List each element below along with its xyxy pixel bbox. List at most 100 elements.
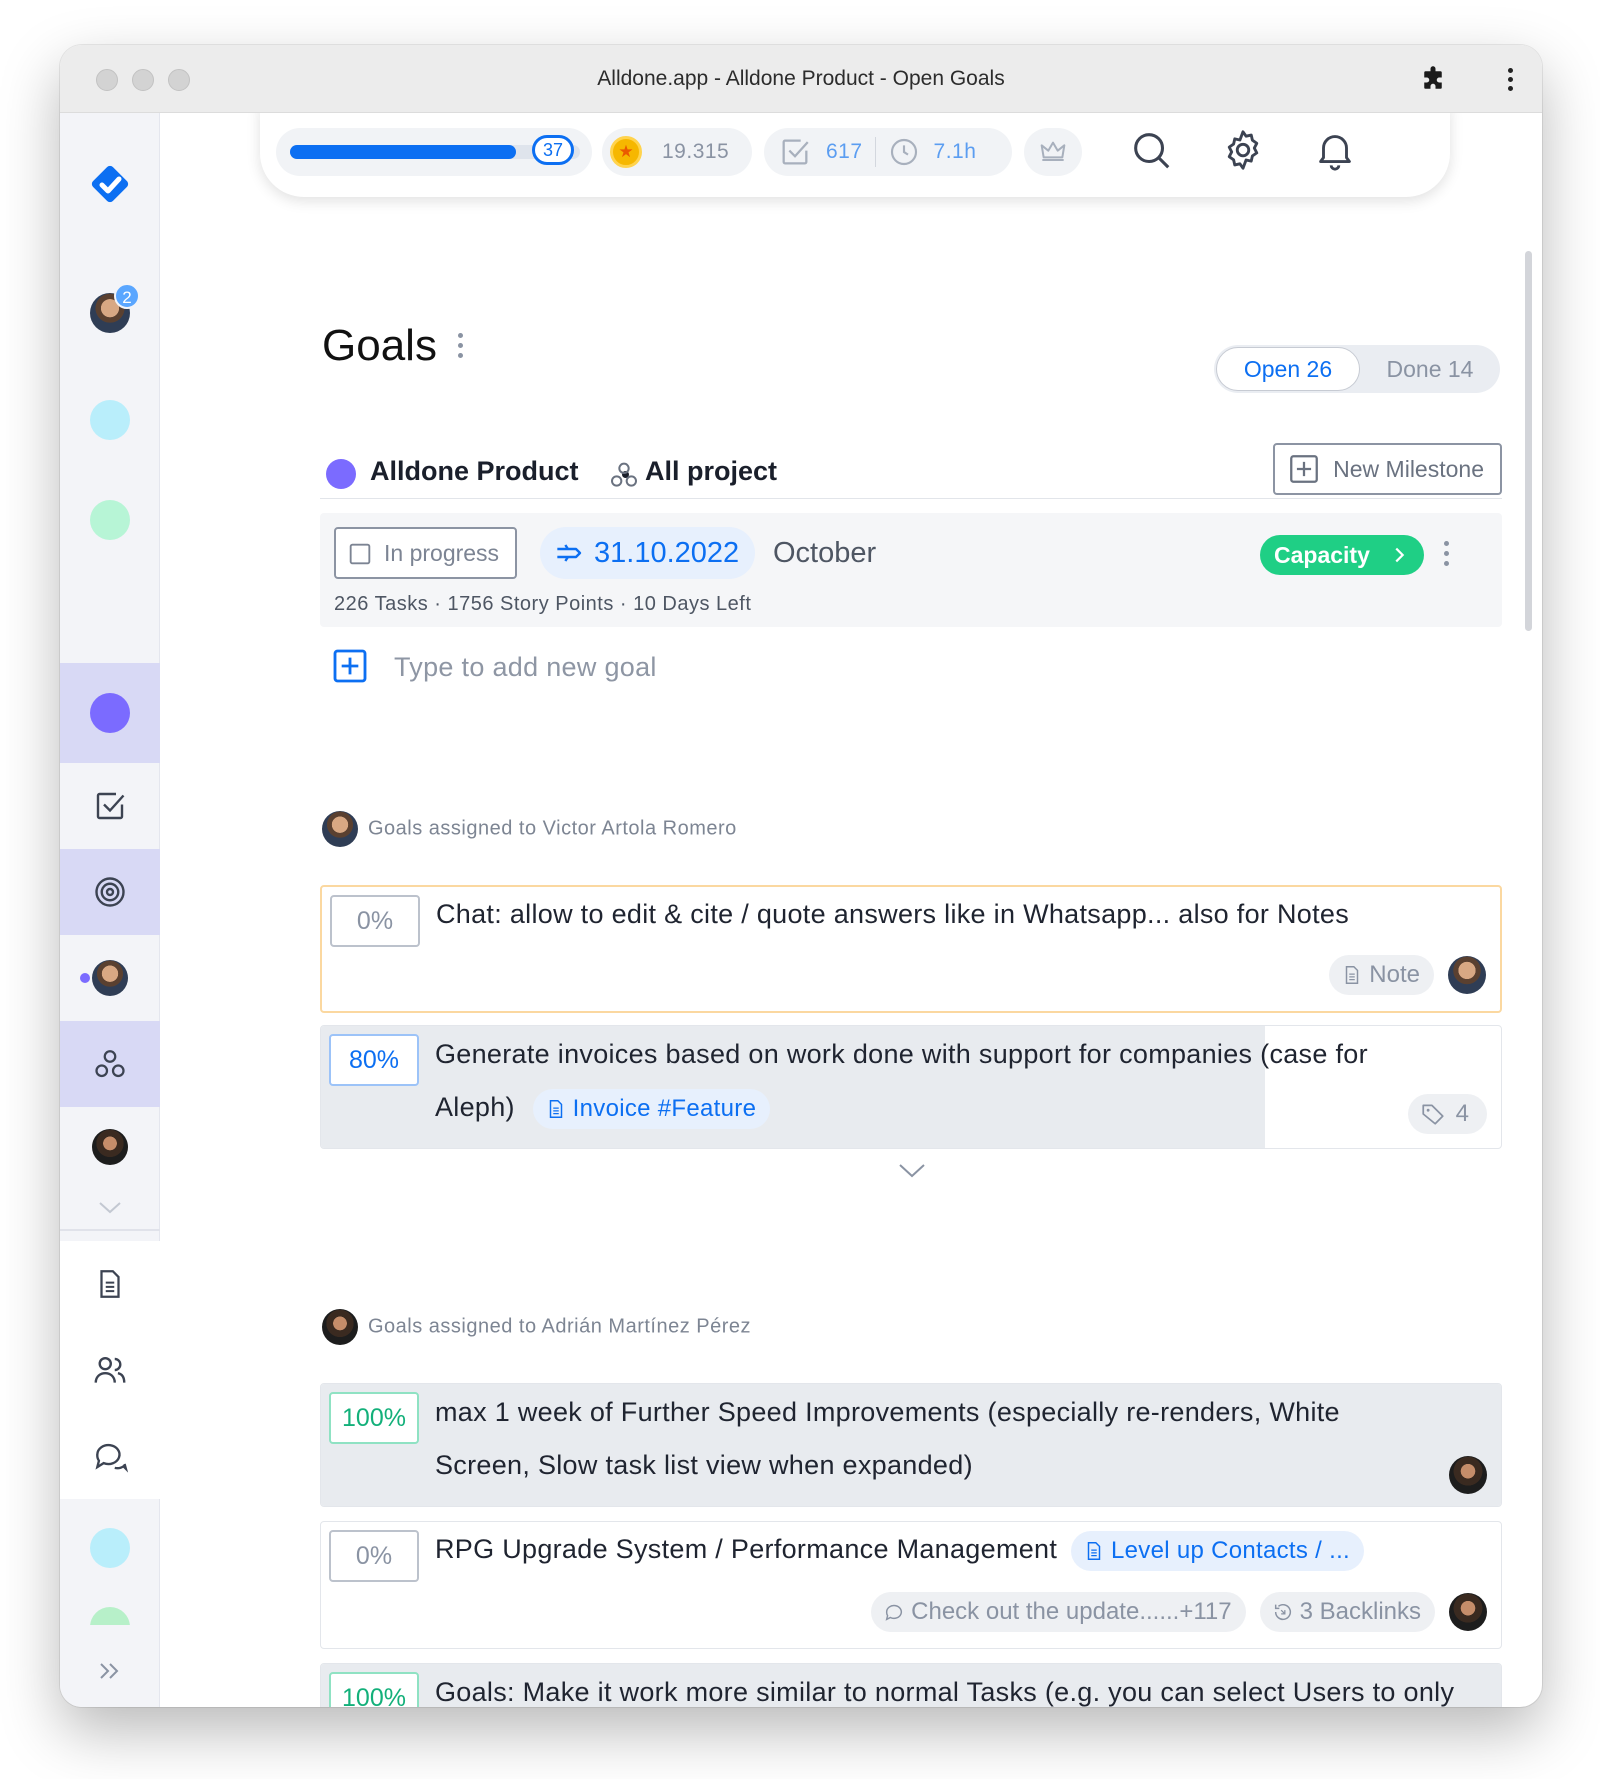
premium-button[interactable] [1024, 128, 1082, 176]
sidebar-project-3[interactable] [60, 1513, 160, 1583]
goal-card[interactable]: 100% Goals: Make it work more similar to… [320, 1663, 1502, 1707]
level-badge: 37 [532, 135, 574, 165]
milestone-name[interactable]: October [773, 537, 876, 570]
target-icon [95, 877, 125, 907]
project-name[interactable]: Alldone Product [370, 456, 579, 487]
title-bar: Alldone.app - Alldone Product - Open Goa… [60, 45, 1542, 113]
goal-progress[interactable]: 0% [330, 895, 420, 947]
browser-menu-icon[interactable] [1506, 65, 1514, 95]
sidebar-item-contacts[interactable] [60, 1327, 160, 1413]
double-chevron-right-icon [100, 1663, 119, 1679]
goal-card[interactable]: 0% RPG Upgrade System / Performance Mana… [320, 1521, 1502, 1649]
sidebar-project-2[interactable] [60, 485, 160, 555]
sidebar-item-notes[interactable] [60, 1241, 160, 1327]
gold-counter[interactable]: ★ 19.315 [602, 128, 752, 176]
assignee-avatar[interactable] [1448, 956, 1486, 994]
tags-chip[interactable]: 4 [1407, 1094, 1487, 1134]
bell-icon[interactable] [1312, 127, 1358, 173]
milestone-status-button[interactable]: In progress [334, 527, 518, 579]
assignee-avatar[interactable] [1449, 1456, 1487, 1494]
sidebar-project-alldone[interactable] [60, 663, 160, 763]
sidebar-item-contact-victor[interactable] [60, 935, 160, 1021]
active-indicator [80, 973, 90, 983]
goal-card[interactable]: 80% Generate invoices based on work done… [320, 1025, 1502, 1149]
goal-meta: Note [1329, 955, 1486, 995]
milestone-meta: 226 Tasks · 1756 Story Points · 10 Days … [334, 593, 752, 615]
done-tasks-value: 617 [826, 140, 863, 163]
add-goal-row[interactable]: Type to add new goal [330, 646, 656, 691]
capacity-label: Capacity [1274, 542, 1370, 568]
contact-avatar [92, 960, 128, 996]
stats-counter[interactable]: 617 7.1h [764, 128, 1012, 176]
new-milestone-button[interactable]: New Milestone [1273, 443, 1502, 495]
sidebar-project-4[interactable] [60, 1601, 160, 1625]
note-chip-label: Invoice #Feature [572, 1094, 757, 1122]
gold-value: 19.315 [662, 140, 730, 163]
settings-gear-icon[interactable] [1220, 127, 1266, 173]
extensions-icon[interactable] [1418, 65, 1448, 95]
goal-progress[interactable]: 0% [329, 1530, 419, 1582]
sidebar-item-all-project[interactable] [60, 1021, 160, 1107]
tab-open[interactable]: Open 26 [1216, 347, 1360, 391]
sidebar-project-1[interactable] [60, 385, 160, 455]
add-goal-input[interactable]: Type to add new goal [394, 652, 657, 683]
main-scrollbar[interactable] [1525, 251, 1532, 631]
note-chip[interactable]: Note [1329, 955, 1434, 995]
goal-title: RPG Upgrade System / Performance Managem… [435, 1523, 1481, 1576]
section-heading-text: Goals assigned to Adrián Martínez Pérez [368, 1315, 752, 1338]
search-icon[interactable] [1128, 127, 1174, 173]
level-progress[interactable]: 37 [276, 128, 592, 176]
backlinks-chip[interactable]: 3 Backlinks [1259, 1592, 1435, 1632]
open-done-toggle: Open 26 Done 14 [1214, 345, 1500, 393]
assignee-avatar[interactable] [1449, 1593, 1487, 1631]
comment-icon [885, 1604, 903, 1621]
sidebar-expand[interactable] [60, 1187, 160, 1231]
document-icon [1087, 1541, 1101, 1560]
tab-done[interactable]: Done 14 [1360, 347, 1500, 391]
divider [874, 137, 876, 167]
goal-meta: 4 [1407, 1094, 1487, 1134]
goal-progress[interactable]: 100% [329, 1392, 419, 1444]
page-title: Goals [322, 321, 437, 370]
comments-chip[interactable]: Check out the update......+117 [871, 1592, 1246, 1632]
sidebar-item-tasks[interactable] [60, 763, 160, 849]
clock-icon [890, 138, 917, 166]
backlinks-label: 3 Backlinks [1299, 1598, 1421, 1625]
milestone-status-label: In progress [384, 540, 500, 566]
note-chip[interactable]: Level up Contacts / ... [1070, 1530, 1365, 1571]
main-content: 37 ★ 19.315 617 7.1h Goals Open 26 Done … [160, 113, 1542, 1707]
goal-card[interactable]: 100% max 1 week of Further Speed Improve… [320, 1383, 1502, 1507]
done-tasks-icon [782, 139, 809, 165]
checkbox-empty-icon [349, 543, 371, 565]
crown-icon [1040, 141, 1066, 161]
milestone-date: 31.10.2022 [594, 537, 740, 569]
goal-progress[interactable]: 100% [329, 1672, 419, 1707]
goal-title: Generate invoices based on work done wit… [435, 1028, 1441, 1134]
milestone-options-icon[interactable] [1442, 541, 1450, 571]
backlink-icon [1274, 1603, 1291, 1621]
project-scope[interactable]: All project [645, 456, 777, 487]
capacity-button[interactable]: Capacity [1260, 535, 1424, 575]
project-color-dot [326, 459, 356, 489]
milestone-date-button[interactable]: 31.10.2022 [540, 527, 756, 579]
chevron-down-icon[interactable] [896, 1161, 928, 1181]
notification-badge: 2 [114, 283, 140, 309]
new-milestone-label: New Milestone [1333, 456, 1484, 482]
assignee-avatar [322, 1309, 358, 1345]
sidebar-item-goals[interactable] [60, 849, 160, 935]
checkbox-icon [96, 792, 125, 820]
sidebar-user[interactable]: 2 [60, 273, 160, 353]
top-bar: 37 ★ 19.315 617 7.1h [260, 113, 1450, 197]
sidebar-collapse-button[interactable] [60, 1643, 160, 1699]
note-chip[interactable]: Invoice #Feature [532, 1088, 771, 1129]
chat-icon [95, 1443, 129, 1473]
goal-progress[interactable]: 80% [329, 1034, 419, 1086]
contact-avatar [92, 1129, 128, 1165]
sidebar-item-contact-adrian[interactable] [60, 1107, 160, 1187]
goal-card[interactable]: 0% Chat: allow to edit & cite / quote an… [320, 885, 1502, 1013]
section-heading-victor: Goals assigned to Victor Artola Romero [322, 811, 737, 847]
goals-options-icon[interactable] [456, 333, 464, 363]
project-dot-icon [90, 400, 130, 440]
alldone-logo[interactable] [60, 149, 160, 219]
sidebar-item-chats[interactable] [60, 1413, 160, 1499]
